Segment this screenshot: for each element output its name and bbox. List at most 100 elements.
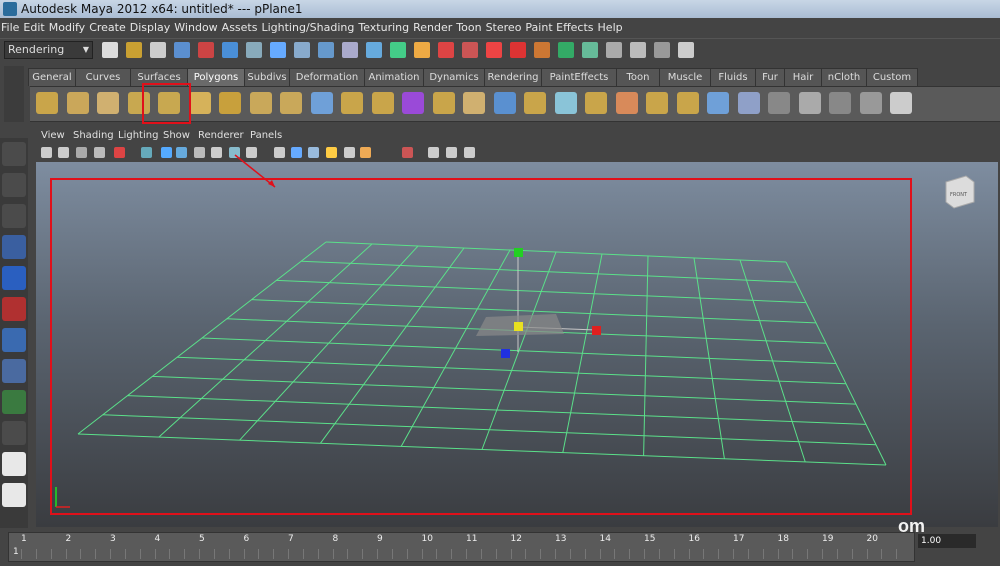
manipulator-icon[interactable]	[2, 328, 26, 352]
panel-toolbar-icon[interactable]	[446, 147, 457, 158]
time-slider-track[interactable]: 1 1 2 3 4 5 6 7 8 9 10 11 12 13 14 15 16 17 18 19 20	[8, 532, 915, 562]
status-tool-icon[interactable]	[582, 42, 598, 58]
menu-set-selector[interactable]: Rendering	[4, 41, 93, 59]
panel-toolbar-icon[interactable]	[326, 147, 337, 158]
combine-icon[interactable]	[310, 92, 333, 114]
status-tool-icon[interactable]	[294, 42, 310, 58]
menu-help[interactable]: Help	[598, 21, 623, 34]
status-tool-icon[interactable]	[390, 42, 406, 58]
status-tool-icon[interactable]	[558, 42, 574, 58]
lasso-tool-icon[interactable]	[2, 173, 26, 197]
status-tool-icon[interactable]	[630, 42, 646, 58]
cone-shape-icon[interactable]	[737, 92, 760, 114]
status-tool-icon[interactable]	[246, 42, 262, 58]
tab-painteffects[interactable]: PaintEffects	[541, 68, 617, 86]
soft-mod-icon[interactable]	[2, 359, 26, 383]
tab-custom[interactable]: Custom	[866, 68, 918, 86]
panel-menu-show[interactable]: Show	[163, 128, 190, 144]
tab-ncloth[interactable]: nCloth	[821, 68, 867, 86]
smooth-icon[interactable]	[371, 92, 394, 114]
perspective-viewport[interactable]: FRONT	[36, 162, 998, 527]
move-tool-icon[interactable]	[2, 235, 26, 259]
scale-tool-icon[interactable]	[2, 297, 26, 321]
panel-toolbar-icon[interactable]	[194, 147, 205, 158]
menu-window[interactable]: Window	[174, 21, 217, 34]
panel-toolbar-icon[interactable]	[291, 147, 302, 158]
tab-subdivs[interactable]: Subdivs	[244, 68, 290, 86]
checker-icon[interactable]	[768, 92, 790, 114]
status-tool-icon[interactable]	[222, 42, 238, 58]
panel-menu-lighting[interactable]: Lighting	[118, 128, 158, 144]
panel-toolbar-icon[interactable]	[464, 147, 475, 158]
menu-render[interactable]: Render	[413, 21, 452, 34]
separate-icon[interactable]	[341, 92, 363, 114]
poly-pyramid-icon[interactable]	[219, 92, 241, 114]
status-tool-icon[interactable]	[342, 42, 358, 58]
merge-icon[interactable]	[646, 92, 668, 114]
status-tool-icon[interactable]	[678, 42, 694, 58]
tab-toon[interactable]: Toon	[616, 68, 660, 86]
panel-toolbar-icon[interactable]	[41, 147, 52, 158]
shelf-options-handle[interactable]	[4, 66, 24, 122]
status-tool-icon[interactable]	[270, 42, 286, 58]
menu-modify[interactable]: Modify	[49, 21, 85, 34]
bridge-icon[interactable]	[493, 92, 516, 114]
panel-toolbar-icon[interactable]	[114, 147, 125, 158]
status-tool-icon[interactable]	[366, 42, 382, 58]
status-tool-icon[interactable]	[510, 42, 526, 58]
mirror-icon[interactable]	[463, 92, 485, 114]
extrude-icon[interactable]	[585, 92, 607, 114]
tab-muscle[interactable]: Muscle	[659, 68, 711, 86]
menu-toon[interactable]: Toon	[456, 21, 481, 34]
status-tool-icon[interactable]	[150, 42, 166, 58]
uv-icon[interactable]	[707, 92, 729, 114]
status-tool-icon[interactable]	[438, 42, 454, 58]
poly-cube-icon[interactable]	[66, 92, 89, 114]
status-tool-icon[interactable]	[486, 42, 502, 58]
panel-menu-panels[interactable]: Panels	[250, 128, 282, 144]
append-icon[interactable]	[524, 92, 546, 114]
menu-paint-effects[interactable]: Paint Effects	[525, 21, 593, 34]
checker-icon[interactable]	[829, 92, 851, 114]
status-tool-icon[interactable]	[198, 42, 214, 58]
status-tool-icon[interactable]	[318, 42, 334, 58]
tab-animation[interactable]: Animation	[364, 68, 424, 86]
menu-edit[interactable]: Edit	[23, 21, 44, 34]
fill-hole-icon[interactable]	[676, 92, 699, 114]
menu-lighting-shading[interactable]: Lighting/Shading	[261, 21, 354, 34]
tab-deformation[interactable]: Deformation	[289, 68, 365, 86]
tab-polygons[interactable]: Polygons	[187, 68, 245, 86]
status-tool-icon[interactable]	[654, 42, 670, 58]
panel-menu-renderer[interactable]: Renderer	[198, 128, 244, 144]
paint-select-icon[interactable]	[2, 204, 26, 228]
panel-menu-view[interactable]: View	[41, 128, 65, 144]
status-tool-icon[interactable]	[606, 42, 622, 58]
panel-toolbar-icon[interactable]	[344, 147, 355, 158]
checker-icon[interactable]	[890, 92, 912, 114]
checker-icon[interactable]	[798, 92, 821, 114]
status-tool-icon[interactable]	[534, 42, 550, 58]
status-tool-icon[interactable]	[462, 42, 478, 58]
menu-file[interactable]: File	[1, 21, 19, 34]
poly-cylinder-icon[interactable]	[97, 92, 119, 114]
panel-toolbar-icon[interactable]	[58, 147, 69, 158]
tab-fur[interactable]: Fur	[755, 68, 785, 86]
panel-menu-shading[interactable]: Shading	[73, 128, 114, 144]
show-manip-icon[interactable]	[2, 390, 26, 414]
status-tool-icon[interactable]	[414, 42, 430, 58]
checker-icon[interactable]	[859, 92, 882, 114]
poly-torus-icon[interactable]	[188, 92, 211, 114]
menu-display[interactable]: Display	[130, 21, 171, 34]
bevel-icon[interactable]	[615, 92, 638, 114]
panel-toolbar-icon[interactable]	[360, 147, 371, 158]
panel-toolbar-icon[interactable]	[176, 147, 187, 158]
panel-toolbar-icon[interactable]	[211, 147, 222, 158]
status-tool-icon[interactable]	[126, 42, 142, 58]
status-tool-icon[interactable]	[102, 42, 118, 58]
select-tool-icon[interactable]	[2, 142, 26, 166]
tab-curves[interactable]: Curves	[75, 68, 131, 86]
tab-rendering[interactable]: Rendering	[484, 68, 542, 86]
panel-toolbar-icon[interactable]	[76, 147, 87, 158]
poly-pipe-icon[interactable]	[249, 92, 272, 114]
status-tool-icon[interactable]	[174, 42, 190, 58]
